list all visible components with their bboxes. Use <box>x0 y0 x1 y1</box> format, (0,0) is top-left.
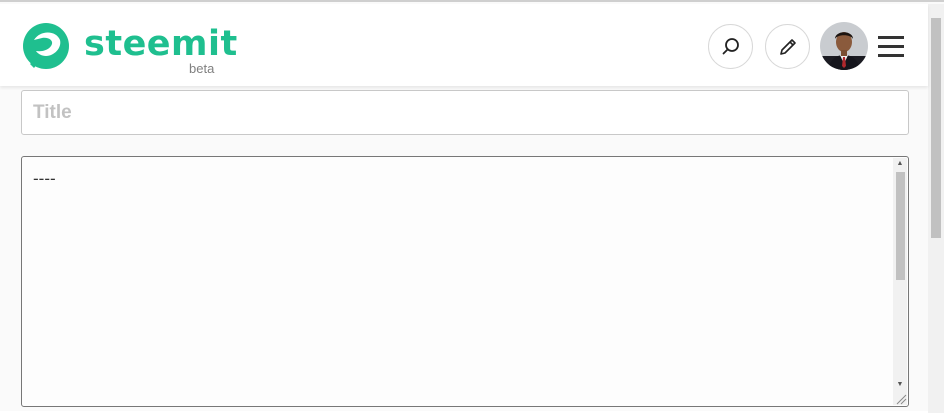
avatar-image <box>820 22 868 70</box>
body-text: ---- <box>33 169 56 188</box>
textarea-scroll-thumb[interactable] <box>896 172 905 280</box>
resize-handle-icon[interactable] <box>895 393 907 405</box>
scroll-down-icon[interactable]: ▼ <box>893 379 907 391</box>
browser-viewport: steemit beta Title ---- ▲ ▼ <box>0 0 944 413</box>
body-textarea[interactable]: ---- ▲ ▼ <box>21 156 909 407</box>
brand-name[interactable]: steemit <box>84 24 238 64</box>
search-icon <box>722 37 739 54</box>
scroll-up-icon[interactable]: ▲ <box>893 158 907 170</box>
hamburger-line <box>878 54 904 57</box>
title-input[interactable] <box>21 90 909 135</box>
textarea-scrollbar[interactable]: ▲ ▼ <box>893 158 907 405</box>
menu-button[interactable] <box>876 34 906 58</box>
hamburger-icon <box>878 36 904 39</box>
page-scroll-thumb[interactable] <box>931 18 941 238</box>
beta-badge: beta <box>189 61 215 76</box>
submit-story-button[interactable] <box>765 24 810 69</box>
steemit-logo-icon[interactable] <box>20 20 72 72</box>
search-button[interactable] <box>708 24 753 69</box>
user-avatar[interactable] <box>820 22 868 70</box>
hamburger-line <box>878 45 904 48</box>
pencil-icon <box>779 38 796 55</box>
page-scrollbar[interactable] <box>928 4 944 413</box>
site-header: steemit beta <box>0 4 928 86</box>
